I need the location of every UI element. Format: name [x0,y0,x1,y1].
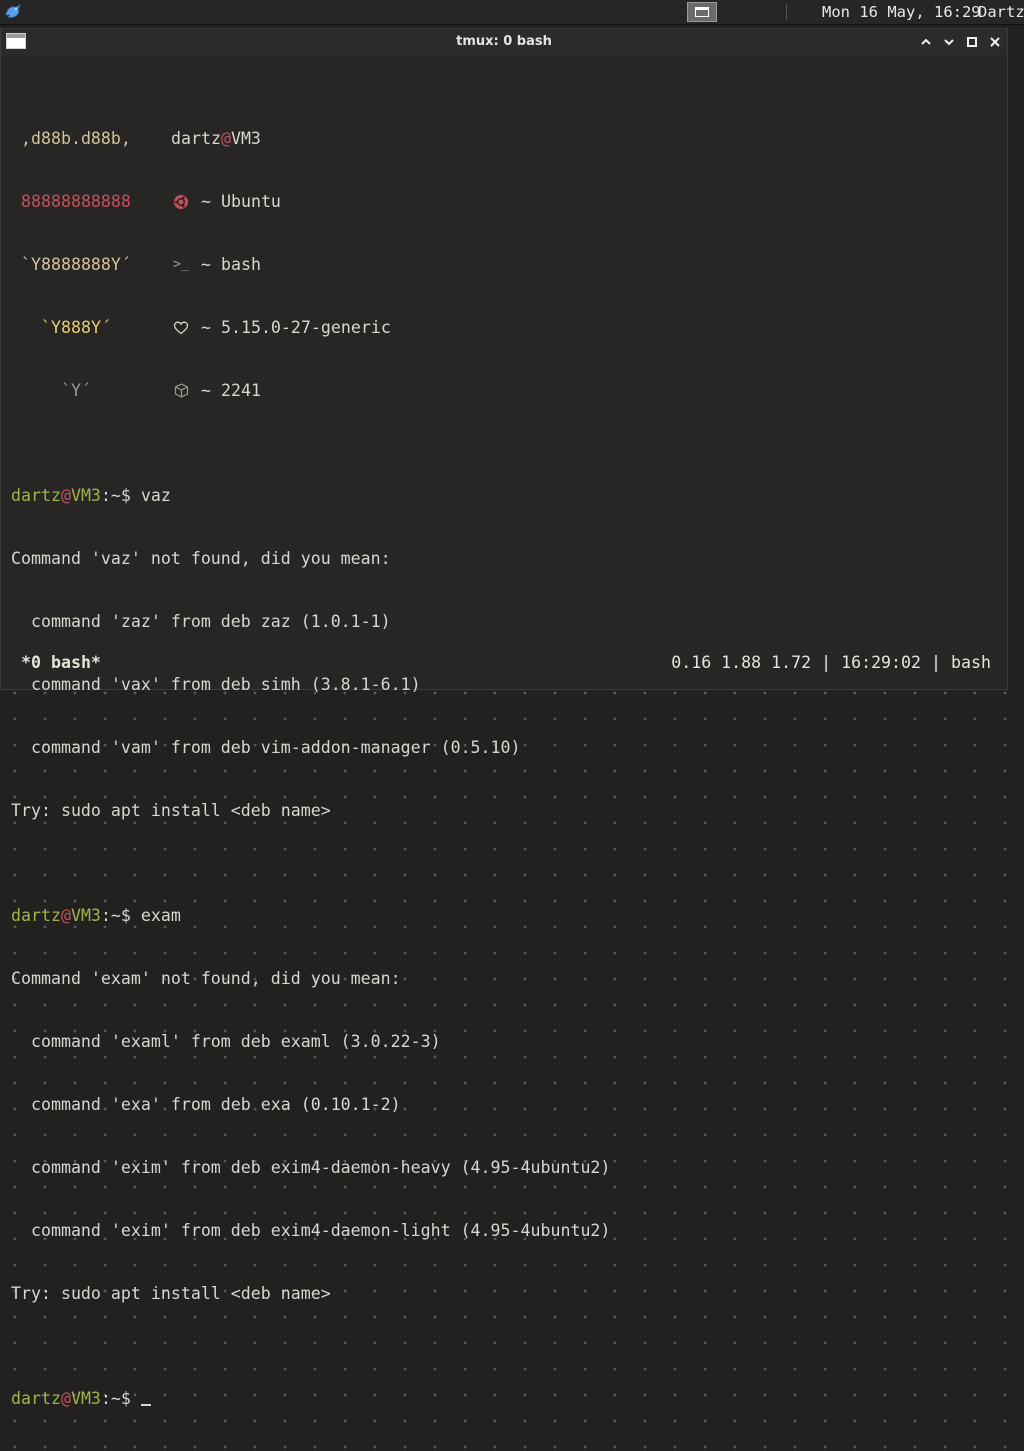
fetch-at: @ [220,129,231,148]
tmux-sep: | [931,653,942,672]
prompt-suffix: :~$ [100,486,131,505]
panel-clock[interactable]: Mon 16 May, 16:29 [822,2,981,22]
prompt-host: VM3 [70,906,101,925]
ubuntu-logo-icon [171,191,191,212]
fetch-row: `Y´ ~ 2241 [11,380,1001,401]
prompt-suffix: :~$ [100,906,131,925]
output-line: command 'zaz' from deb zaz (1.0.1-1) [11,612,391,631]
heart-icon [171,317,191,338]
close-icon[interactable] [985,32,1005,52]
top-panel: Mon 16 May, 16:29 Dartz [0,0,1024,25]
tmux-status-bar: *0 bash* 0.16 1.88 1.72 | 16:29:02 | bas… [11,651,995,675]
fetch-row: `Y888Y´ ~ 5.15.0-27-generic [11,317,1001,338]
fetch-art-line: `Y888Y´ [41,318,111,337]
output-line: command 'vam' from deb vim-addon-manager… [11,738,521,757]
fetch-row: ,d88b.d88b, dartz@VM3 [11,128,1001,149]
prompt-host: VM3 [70,1389,101,1408]
fetch-os: ~ Ubuntu [201,192,281,211]
fetch-user-host: dartz@VM3 [171,128,261,149]
fetch-user: dartz [171,129,221,148]
fetch-row: `Y8888888Y´ >_ ~ bash [11,254,1001,275]
fetch-packages: ~ 2241 [201,381,261,400]
command-text: vaz [140,486,171,505]
window-title: tmux: 0 bash [456,34,552,49]
output-line: command 'exa' from deb exa (0.10.1-2) [11,1095,401,1114]
tmux-window-tab[interactable]: *0 bash* [21,651,101,675]
output-line: command 'examl' from deb examl (3.0.22-3… [11,1032,441,1051]
prompt-line: dartz@VM3:~$ exam [11,905,1001,926]
fetch-row: 88888888888 ~ Ubuntu [11,191,1001,212]
prompt-user: dartz [11,1389,61,1408]
prompt-line: dartz@VM3:~$ vaz [11,485,1001,506]
fetch-host: VM3 [230,129,261,148]
prompt-user: dartz [11,486,61,505]
tmux-load: 0.16 1.88 1.72 [671,653,812,672]
window-icon [695,7,709,17]
terminal-output[interactable]: ,d88b.d88b, dartz@VM3 88888888888 ~ Ubun… [11,65,1001,1451]
fetch-kernel: ~ 5.15.0-27-generic [201,318,391,337]
tmux-session: bash [951,653,991,672]
output-line: Try: sudo apt install <deb name> [11,1284,331,1303]
panel-user-name[interactable]: Dartz [978,2,1024,22]
output-line: Command 'vaz' not found, did you mean: [11,549,391,568]
prompt-line[interactable]: dartz@VM3:~$ [11,1388,1001,1409]
restore-icon[interactable] [962,32,982,52]
prompt-at: @ [60,906,71,925]
tmux-sep: | [821,653,832,672]
tmux-time: 16:29:02 [841,653,922,672]
fetch-art-line: ,d88b.d88b, [21,129,131,148]
text-cursor [140,1404,151,1406]
prompt-host: VM3 [70,486,101,505]
taskbar-window-button[interactable] [687,2,717,22]
minimize-icon[interactable] [916,32,936,52]
prompt-at: @ [60,1389,71,1408]
panel-separator [786,4,787,20]
blue-bird-icon[interactable] [4,3,22,21]
output-line: Try: sudo apt install <deb name> [11,801,331,820]
prompt-suffix: :~$ [100,1389,131,1408]
output-line: command 'exim' from deb exim4-daemon-hea… [11,1158,611,1177]
output-line: command 'exim' from deb exim4-daemon-lig… [11,1221,611,1240]
output-line: command 'vax' from deb simh (3.8.1-6.1) [11,675,421,694]
terminal-prompt-icon: >_ [173,257,189,272]
tmux-status-right: 0.16 1.88 1.72 | 16:29:02 | bash [671,651,991,675]
fetch-shell: ~ bash [201,255,261,274]
fetch-art-line: `Y´ [61,381,91,400]
maximize-icon[interactable] [939,32,959,52]
command-text: exam [140,906,181,925]
terminal-window: tmux: 0 bash ,d88b.d88b, dartz@VM3 88888… [0,28,1008,1408]
fetch-art-line: `Y8888888Y´ [21,255,131,274]
fetch-art-line: 88888888888 [21,192,131,211]
prompt-user: dartz [11,906,61,925]
package-icon [171,380,191,401]
prompt-at: @ [60,486,71,505]
window-titlebar[interactable]: tmux: 0 bash [1,29,1007,55]
output-line: Command 'exam' not found, did you mean: [11,969,401,988]
